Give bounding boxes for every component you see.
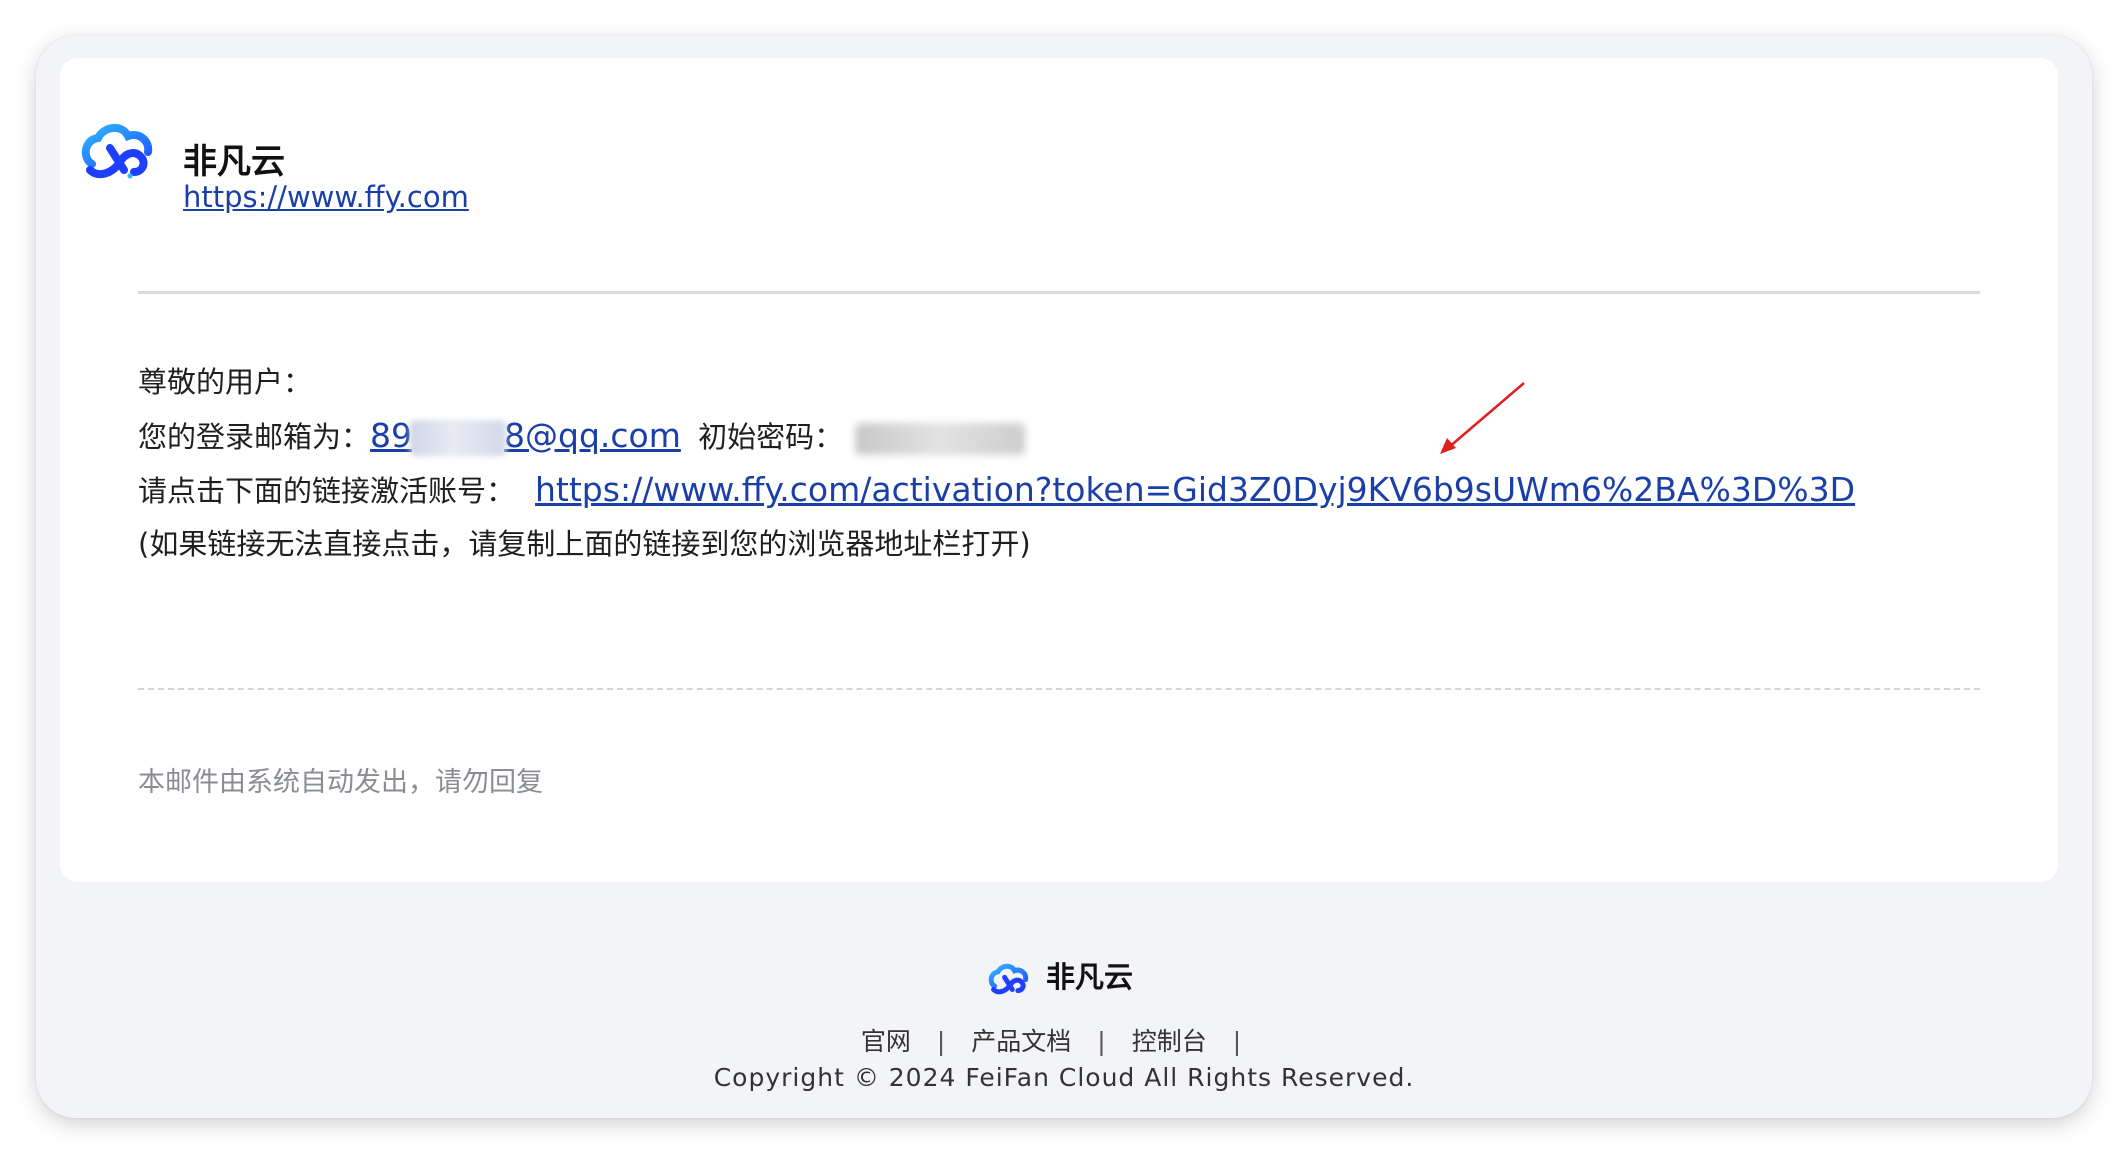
- brand-name: 非凡云: [183, 142, 285, 182]
- footer-link-official-site[interactable]: 官网: [861, 1027, 911, 1056]
- footer-divider: [138, 688, 1980, 690]
- brand-website-link[interactable]: https://www.ffy.com: [183, 180, 469, 214]
- redacted-password-blur: [855, 423, 1026, 455]
- fallback-note: (如果链接无法直接点击，请复制上面的链接到您的浏览器地址栏打开): [138, 527, 1031, 561]
- login-email-link[interactable]: 89 8@qq.com: [370, 416, 681, 456]
- email-header: 非凡云 https://www.ffy.com: [80, 74, 880, 214]
- footer-link-console[interactable]: 控制台: [1132, 1027, 1207, 1056]
- ffy-logo-icon: [988, 963, 1029, 995]
- footer-link-product-docs[interactable]: 产品文档: [971, 1027, 1071, 1056]
- copyright: Copyright © 2024 FeiFan Cloud All Rights…: [713, 1063, 1415, 1092]
- email-prefix: 89: [370, 416, 413, 455]
- footer-brand: 非凡云: [988, 952, 1288, 1004]
- greeting: 尊敬的用户：: [138, 365, 313, 399]
- annotation-arrow-icon: [1440, 382, 1525, 454]
- redacted-email-blur: [410, 419, 507, 456]
- ffy-logo-icon: [81, 124, 153, 179]
- activation-label: 请点击下面的链接激活账号：: [138, 474, 516, 508]
- login-info-line: 您的登录邮箱为：89 8@qq.com 初始密码：: [138, 414, 1026, 458]
- email-suffix: 8@qq.com: [504, 416, 681, 455]
- activation-line: 请点击下面的链接激活账号： https://www.ffy.com/activat…: [138, 468, 1855, 512]
- footer-separator: |: [936, 1027, 946, 1056]
- footer-separator: |: [1097, 1027, 1106, 1056]
- footer-brand-name: 非凡云: [1046, 960, 1134, 994]
- login-email-label: 您的登录邮箱为：: [138, 420, 371, 454]
- auto-reply-note: 本邮件由系统自动发出，请勿回复: [138, 767, 543, 798]
- activation-link[interactable]: https://www.ffy.com/activation?token=Gid…: [535, 470, 1855, 509]
- footer-nav: 官网 | 产品文档 | 控制台 |: [0, 1022, 2128, 1058]
- password-label: 初始密码：: [698, 420, 844, 454]
- header-divider: [138, 291, 1980, 294]
- footer-separator: |: [1232, 1027, 1242, 1056]
